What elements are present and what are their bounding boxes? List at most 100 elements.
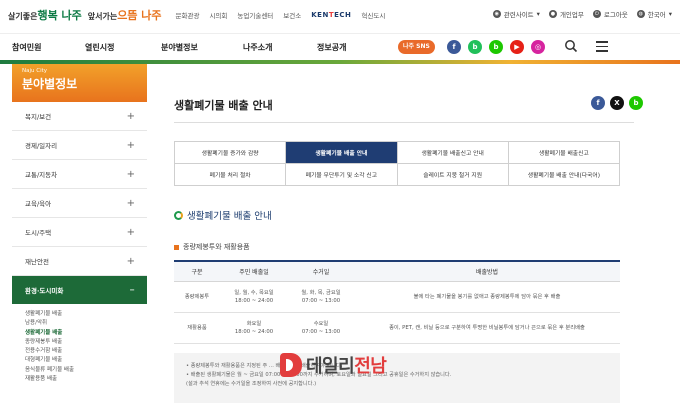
table-cell-text: 18:00 ~ 24:00	[234, 297, 274, 304]
sidebar-subitem-active[interactable]: 생활폐기물 배출	[25, 329, 147, 338]
minus-icon: −	[129, 286, 135, 294]
share-blog-icon[interactable]: b	[629, 96, 643, 110]
nav-field-info[interactable]: 분야별정보	[161, 42, 198, 53]
table-row: 종량제봉투 일, 월, 수, 목요일 18:00 ~ 24:00 월, 화, 목,…	[174, 281, 620, 313]
table-cell: 일, 월, 수, 목요일 18:00 ~ 24:00	[220, 281, 288, 313]
sidebar-item-housing[interactable]: 도시/주택 +	[12, 218, 147, 247]
link-agri-center[interactable]: 농업기술센터	[237, 10, 273, 20]
nav-participation[interactable]: 참여민원	[12, 42, 41, 53]
table-cell-text: 18:00 ~ 24:00	[234, 328, 274, 335]
table-cell: 종량제봉투	[174, 281, 220, 313]
sidebar-title: 분야별정보	[22, 77, 78, 91]
sidebar-item-traffic[interactable]: 교통/지동차 +	[12, 160, 147, 189]
share-facebook-icon[interactable]: f	[591, 96, 605, 110]
tab-process[interactable]: 폐기물 처리 절차	[175, 164, 287, 186]
table-header: 구분	[174, 260, 220, 282]
person-icon: ●	[548, 10, 557, 18]
sub-section-title: 종량제봉투와 재활용품	[174, 242, 250, 252]
nav-info-disclosure[interactable]: 정보공개	[317, 42, 346, 53]
sidebar-subitem[interactable]: 음식물류 폐기물 배출	[25, 366, 147, 375]
table-header: 주민 배출일	[220, 260, 288, 282]
sidebar-subitem[interactable]: 종량제봉투 배출	[25, 338, 147, 347]
tab-report-guide[interactable]: 생활폐기물 배출신고 안내	[397, 142, 509, 164]
sidebar-item-education[interactable]: 교육/육아 +	[12, 189, 147, 218]
link-council[interactable]: 시의회	[209, 10, 227, 20]
logout-button[interactable]: ⏻ 로그아웃	[592, 9, 628, 19]
band-icon[interactable]: b	[468, 40, 482, 54]
table-header-row: 구분 주민 배출일 수거일 배출방법	[174, 260, 620, 282]
watermark-text: 데일리전남	[306, 352, 387, 378]
notice-line: • 배출된 생활폐기물은 월 ~ 금요일 07:00 ~ 13:00까지 수거하…	[186, 372, 452, 378]
language-label: 한국어	[647, 11, 666, 19]
sidebar-item-economy[interactable]: 경제/일자리 +	[12, 131, 147, 160]
table-cell-text: 수요일	[313, 320, 329, 327]
logout-label: 로그아웃	[603, 11, 628, 19]
link-innovation-city[interactable]: 혁신도시	[361, 10, 385, 20]
sidebar-subitem[interactable]: 대형폐기물 배출	[25, 356, 147, 365]
share-x-icon[interactable]: X	[610, 96, 624, 110]
tab-grid: 생활폐기물 증가와 감량 생활폐기물 배출 안내 생활폐기물 배출신고 안내 생…	[174, 141, 620, 186]
tab-multilingual[interactable]: 생활폐기물 배출 안내(다국어)	[508, 164, 620, 186]
plus-icon: +	[126, 226, 135, 238]
notice-line: (설과 추석 연휴에는 수거일을 조정하여 사전에 공지합니다.)	[186, 381, 317, 387]
sidebar-item-environment[interactable]: 환경·도시미화 −	[12, 276, 147, 304]
language-select[interactable]: ◍ 한국어 ▾	[636, 9, 672, 19]
disposal-table: 구분 주민 배출일 수거일 배출방법 종량제봉투 일, 월, 수, 목요일 18:…	[174, 260, 620, 344]
top-bar: 살기좋은 행복 나주 앞서가는 으뜸 나주 문화관광 시의회 농업기술센터 보건…	[0, 0, 680, 30]
notice-box: • 종량제봉투와 재활용품은 지정된 주 ... 배출장소에 배출하여야 합니다…	[174, 353, 620, 403]
tab-disposal-guide[interactable]: 생활폐기물 배출 안내	[286, 142, 398, 164]
related-sites[interactable]: ◉ 관련사이트 ▾	[492, 9, 540, 19]
top-links: 문화관광 시의회 농업기술센터 보건소 KENTECH 혁신도시	[176, 10, 386, 20]
tab-report[interactable]: 생활폐기물 배출신고	[508, 142, 620, 164]
plus-icon: +	[126, 139, 135, 151]
table-cell-text: 07:00 ~ 13:00	[301, 328, 341, 335]
table-cell: 재활용품	[174, 312, 220, 344]
sidebar-subitem[interactable]: 재활용품 배출	[25, 375, 147, 384]
nav-about-naju[interactable]: 나주소개	[243, 42, 272, 53]
table-cell-text: 화요일	[246, 320, 262, 327]
globe-icon: ◉	[492, 10, 501, 18]
plus-icon: +	[126, 168, 135, 180]
instagram-icon[interactable]: ◎	[531, 40, 545, 54]
language-icon: ◍	[636, 10, 645, 18]
link-health-center[interactable]: 보건소	[283, 10, 301, 20]
sidebar-item-safety[interactable]: 재난안전 +	[12, 247, 147, 276]
sidebar-subitem[interactable]: 생활폐기물 배출	[25, 310, 147, 319]
nav-open-administration[interactable]: 열린시정	[85, 42, 114, 53]
logo-text-3: 앞서가는	[87, 12, 118, 21]
personal-work[interactable]: ● 개인업무	[548, 9, 584, 19]
tab-slate-roof[interactable]: 슬레이트 지붕 철거 지원	[397, 164, 509, 186]
sidebar-item-label: 복지/보건	[25, 113, 52, 121]
table-cell-text: 월, 화, 목, 금요일	[301, 289, 341, 296]
hamburger-menu-icon[interactable]	[596, 41, 608, 52]
sidebar: Naju City 분야별정보 복지/보건 + 경제/일자리 + 교통/지동차 + 교…	[12, 64, 147, 403]
facebook-icon[interactable]: f	[447, 40, 461, 54]
blog-icon[interactable]: b	[489, 40, 503, 54]
logo-text-1: 살기좋은	[8, 12, 38, 21]
table-cell-text: 07:00 ~ 13:00	[301, 297, 341, 304]
tab-waste-reduction[interactable]: 생활폐기물 증가와 감량	[175, 142, 287, 164]
search-icon[interactable]	[564, 39, 578, 53]
table-row: 재활용품 화요일 18:00 ~ 24:00 수요일 07:00 ~ 13:00 종…	[174, 312, 620, 344]
table-cell: 월, 화, 목, 금요일 07:00 ~ 13:00	[288, 281, 354, 313]
sidebar-item-label: 도시/주택	[25, 229, 52, 237]
table-cell-text: 일, 월, 수, 목요일	[234, 289, 274, 296]
table-cell: 화요일 18:00 ~ 24:00	[220, 312, 288, 344]
youtube-icon[interactable]: ▶	[510, 40, 524, 54]
plus-icon: +	[126, 197, 135, 209]
plus-icon: +	[126, 110, 135, 122]
sidebar-subitem[interactable]: 남용/악취	[25, 319, 147, 328]
sidebar-subitem[interactable]: 전용수거함 배출	[25, 347, 147, 356]
tab-illegal-dumping[interactable]: 폐기물 무단투기 및 소각 신고	[286, 164, 398, 186]
link-kentech[interactable]: KENTECH	[311, 11, 351, 19]
link-culture[interactable]: 문화관광	[176, 10, 200, 20]
section-title-text: 생활폐기물 배출 안내	[187, 211, 272, 222]
related-sites-label: 관련사이트	[503, 11, 534, 19]
sidebar-item-welfare[interactable]: 복지/보건 +	[12, 102, 147, 131]
notice-line: • 종량제봉투와 재활용품은 지정된 주 ... 배출장소에 배출하여야 합니다…	[186, 363, 343, 369]
sidebar-submenu: 생활폐기물 배출 남용/악취 생활폐기물 배출 종량제봉투 배출 전용수거함 배…	[12, 304, 147, 384]
table-header: 배출방법	[354, 260, 620, 282]
logo-text-2: 행복 나주	[37, 9, 82, 22]
site-logo[interactable]: 살기좋은 행복 나주 앞서가는 으뜸 나주	[8, 7, 162, 23]
personal-work-label: 개인업무	[559, 11, 584, 19]
